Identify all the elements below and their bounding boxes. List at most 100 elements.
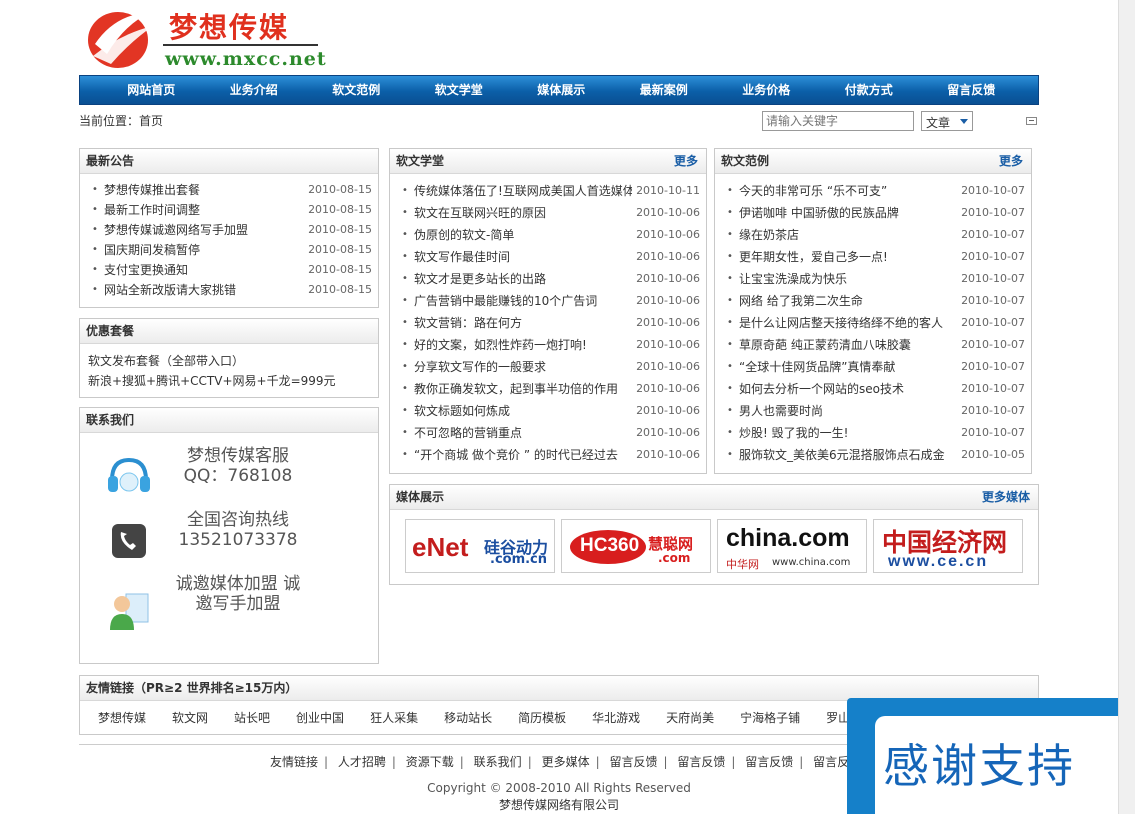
site-logo[interactable]: 梦想传媒 www.mxcc.net	[85, 4, 327, 72]
offer-line-2: 新浪+搜狐+腾讯+CCTV+网易+千龙=999元	[88, 374, 336, 388]
list-item[interactable]: 是什么让网店整天接待络绎不绝的客人2010-10-07	[725, 312, 1025, 334]
list-item[interactable]: 男人也需要时尚2010-10-07	[725, 400, 1025, 422]
footer-link[interactable]: 更多媒体	[542, 755, 590, 769]
notice-title: 最新公告	[80, 149, 378, 174]
list-item[interactable]: 梦想传媒推出套餐2010-08-15	[90, 180, 372, 200]
nav-media[interactable]: 媒体展示	[510, 76, 613, 104]
list-item[interactable]: “全球十佳网货品牌”真情奉献2010-10-07	[725, 356, 1025, 378]
list-item[interactable]: 软文才是更多站长的出路2010-10-06	[400, 268, 700, 290]
friend-link[interactable]: 宁海格子铺	[740, 709, 800, 727]
list-item[interactable]: 分享软文写作的一般要求2010-10-06	[400, 356, 700, 378]
list-item[interactable]: 支付宝更换通知2010-08-15	[90, 260, 372, 280]
list-item[interactable]: 软文在互联网兴旺的原因2010-10-06	[400, 202, 700, 224]
list-item[interactable]: 软文写作最佳时间2010-10-06	[400, 246, 700, 268]
notice-panel: 最新公告 梦想传媒推出套餐2010-08-15 最新工作时间调整2010-08-…	[79, 148, 379, 308]
phone-icon	[112, 524, 146, 558]
nav-examples[interactable]: 软文范例	[305, 76, 408, 104]
contact-join-text: 诚邀媒体加盟 诚邀写手加盟	[175, 574, 301, 614]
nav-feedback[interactable]: 留言反馈	[920, 76, 1023, 104]
friend-link[interactable]: 创业中国	[296, 709, 344, 727]
friend-link[interactable]: 狂人采集	[370, 709, 418, 727]
list-item[interactable]: 草原奇葩 纯正蒙药清血八味胶囊2010-10-07	[725, 334, 1025, 356]
list-item[interactable]: “开个商城 做个竞价 ” 的时代已经过去2010-10-06	[400, 444, 700, 466]
hc360-logo[interactable]: HC360 慧聪网 .com	[561, 519, 711, 573]
school-title: 软文学堂	[396, 154, 445, 168]
logo-name: 梦想传媒	[169, 11, 290, 44]
contact-title: 联系我们	[80, 408, 378, 433]
list-item[interactable]: 网站全新改版请大家挑错2010-08-15	[90, 280, 372, 300]
friend-link[interactable]: 移动站长	[444, 709, 492, 727]
nav-payment[interactable]: 付款方式	[818, 76, 921, 104]
list-item[interactable]: 传统媒体落伍了!互联网成美国人首选媒体2010-10-11	[400, 180, 700, 202]
list-item[interactable]: 伊诺咖啡 中国骄傲的民族品牌2010-10-07	[725, 202, 1025, 224]
footer-link[interactable]: 留言反馈	[609, 755, 657, 769]
school-list: 传统媒体落伍了!互联网成美国人首选媒体2010-10-11 软文在互联网兴旺的原…	[390, 174, 706, 466]
list-item[interactable]: 软文标题如何炼成2010-10-06	[400, 400, 700, 422]
friend-link[interactable]: 天府尚美	[666, 709, 714, 727]
list-item[interactable]: 缘在奶茶店2010-10-07	[725, 224, 1025, 246]
ce-cn-logo[interactable]: 中国经济网 www.ce.cn	[873, 519, 1023, 573]
friend-link[interactable]: 简历模板	[518, 709, 566, 727]
logo-divider	[163, 44, 318, 46]
cases-more-link[interactable]: 更多	[999, 149, 1023, 173]
thanks-text: 感谢支持	[883, 739, 1075, 793]
list-item[interactable]: 广告营销中最能赚钱的10个广告词2010-10-06	[400, 290, 700, 312]
list-item[interactable]: 更年期女性，爱自己多一点!2010-10-07	[725, 246, 1025, 268]
nav-pricing[interactable]: 业务价格	[715, 76, 818, 104]
list-item[interactable]: 服饰软文_美依美6元混搭服饰点石成金2010-10-05	[725, 444, 1025, 466]
friend-link[interactable]: 站长吧	[234, 709, 270, 727]
enet-logo[interactable]: eNet 硅谷动力 .com.cn	[405, 519, 555, 573]
media-more-link[interactable]: 更多媒体	[982, 485, 1030, 509]
list-item[interactable]: 梦想传媒诚邀网络写手加盟2010-08-15	[90, 220, 372, 240]
list-item[interactable]: 如何去分析一个网站的seo技术2010-10-07	[725, 378, 1025, 400]
list-item[interactable]: 伪原创的软文-简单2010-10-06	[400, 224, 700, 246]
nav-school[interactable]: 软文学堂	[408, 76, 511, 104]
page-scrollbar[interactable]	[1118, 0, 1135, 814]
notice-list: 梦想传媒推出套餐2010-08-15 最新工作时间调整2010-08-15 梦想…	[80, 174, 378, 300]
cases-panel: 软文范例 更多 今天的非常可乐 “乐不可支”2010-10-07 伊诺咖啡 中国骄…	[714, 148, 1032, 474]
footer-link[interactable]: 资源下载	[406, 755, 454, 769]
school-panel: 软文学堂 更多 传统媒体落伍了!互联网成美国人首选媒体2010-10-11 软文在…	[389, 148, 707, 474]
footer-link[interactable]: 留言反馈	[677, 755, 725, 769]
list-item[interactable]: 今天的非常可乐 “乐不可支”2010-10-07	[725, 180, 1025, 202]
friend-link[interactable]: 华北游戏	[592, 709, 640, 727]
nav-home[interactable]: 网站首页	[100, 76, 203, 104]
logo-url: www.mxcc.net	[165, 48, 327, 70]
nav-cases[interactable]: 最新案例	[613, 76, 716, 104]
logo-mark-icon	[88, 12, 153, 68]
footer-link[interactable]: 人才招聘	[338, 755, 386, 769]
school-more-link[interactable]: 更多	[674, 149, 698, 173]
list-item[interactable]: 炒股! 毁了我的一生!2010-10-07	[725, 422, 1025, 444]
list-item[interactable]: 最新工作时间调整2010-08-15	[90, 200, 372, 220]
contact-hotline-text: 全国咨询热线 13521073378	[178, 510, 298, 550]
nav-business[interactable]: 业务介绍	[203, 76, 306, 104]
list-item[interactable]: 国庆期间发稿暂停2010-08-15	[90, 240, 372, 260]
friend-link[interactable]: 梦想传媒	[98, 709, 146, 727]
search-type-value: 文章	[926, 116, 951, 130]
footer-link[interactable]: 联系我们	[474, 755, 522, 769]
cases-title: 软文范例	[721, 154, 770, 168]
list-item[interactable]: 好的文案，如烈性炸药一炮打响!2010-10-06	[400, 334, 700, 356]
media-panel: 媒体展示 更多媒体 eNet 硅谷动力 .com.cn HC360 慧聪网 .co…	[389, 484, 1039, 585]
person-icon	[110, 593, 149, 630]
headset-icon	[108, 457, 150, 492]
thanks-banner[interactable]: 感谢支持	[847, 698, 1135, 814]
collapse-icon[interactable]	[1026, 117, 1037, 125]
friend-link[interactable]: 软文网	[172, 709, 208, 727]
offer-panel: 优惠套餐 软文发布套餐（全部带入口） 新浪+搜狐+腾讯+CCTV+网易+千龙=9…	[79, 318, 379, 398]
list-item[interactable]: 不可忽略的营销重点2010-10-06	[400, 422, 700, 444]
list-item[interactable]: 让宝宝洗澡成为快乐2010-10-07	[725, 268, 1025, 290]
list-item[interactable]: 网络 给了我第二次生命2010-10-07	[725, 290, 1025, 312]
footer-nav: 友情链接 | 人才招聘 | 资源下载 | 联系我们 | 更多媒体 | 留言反馈 | 留言反馈…	[270, 755, 862, 769]
footer-link[interactable]: 留言反馈	[745, 755, 793, 769]
search-input[interactable]	[762, 111, 914, 131]
china-com-logo[interactable]: china.com 中华网 www.china.com	[717, 519, 867, 573]
offer-line-1: 软文发布套餐（全部带入口）	[88, 354, 245, 368]
offer-title: 优惠套餐	[80, 319, 378, 344]
contact-panel: 联系我们 梦想传媒客服 QQ：768108 全国咨询热线 13521073378…	[79, 407, 379, 664]
search-type-select[interactable]: 文章	[921, 111, 973, 131]
chevron-down-icon	[960, 119, 968, 124]
list-item[interactable]: 教你正确发软文，起到事半功倍的作用2010-10-06	[400, 378, 700, 400]
footer-link[interactable]: 友情链接	[270, 755, 318, 769]
list-item[interactable]: 软文营销：路在何方2010-10-06	[400, 312, 700, 334]
